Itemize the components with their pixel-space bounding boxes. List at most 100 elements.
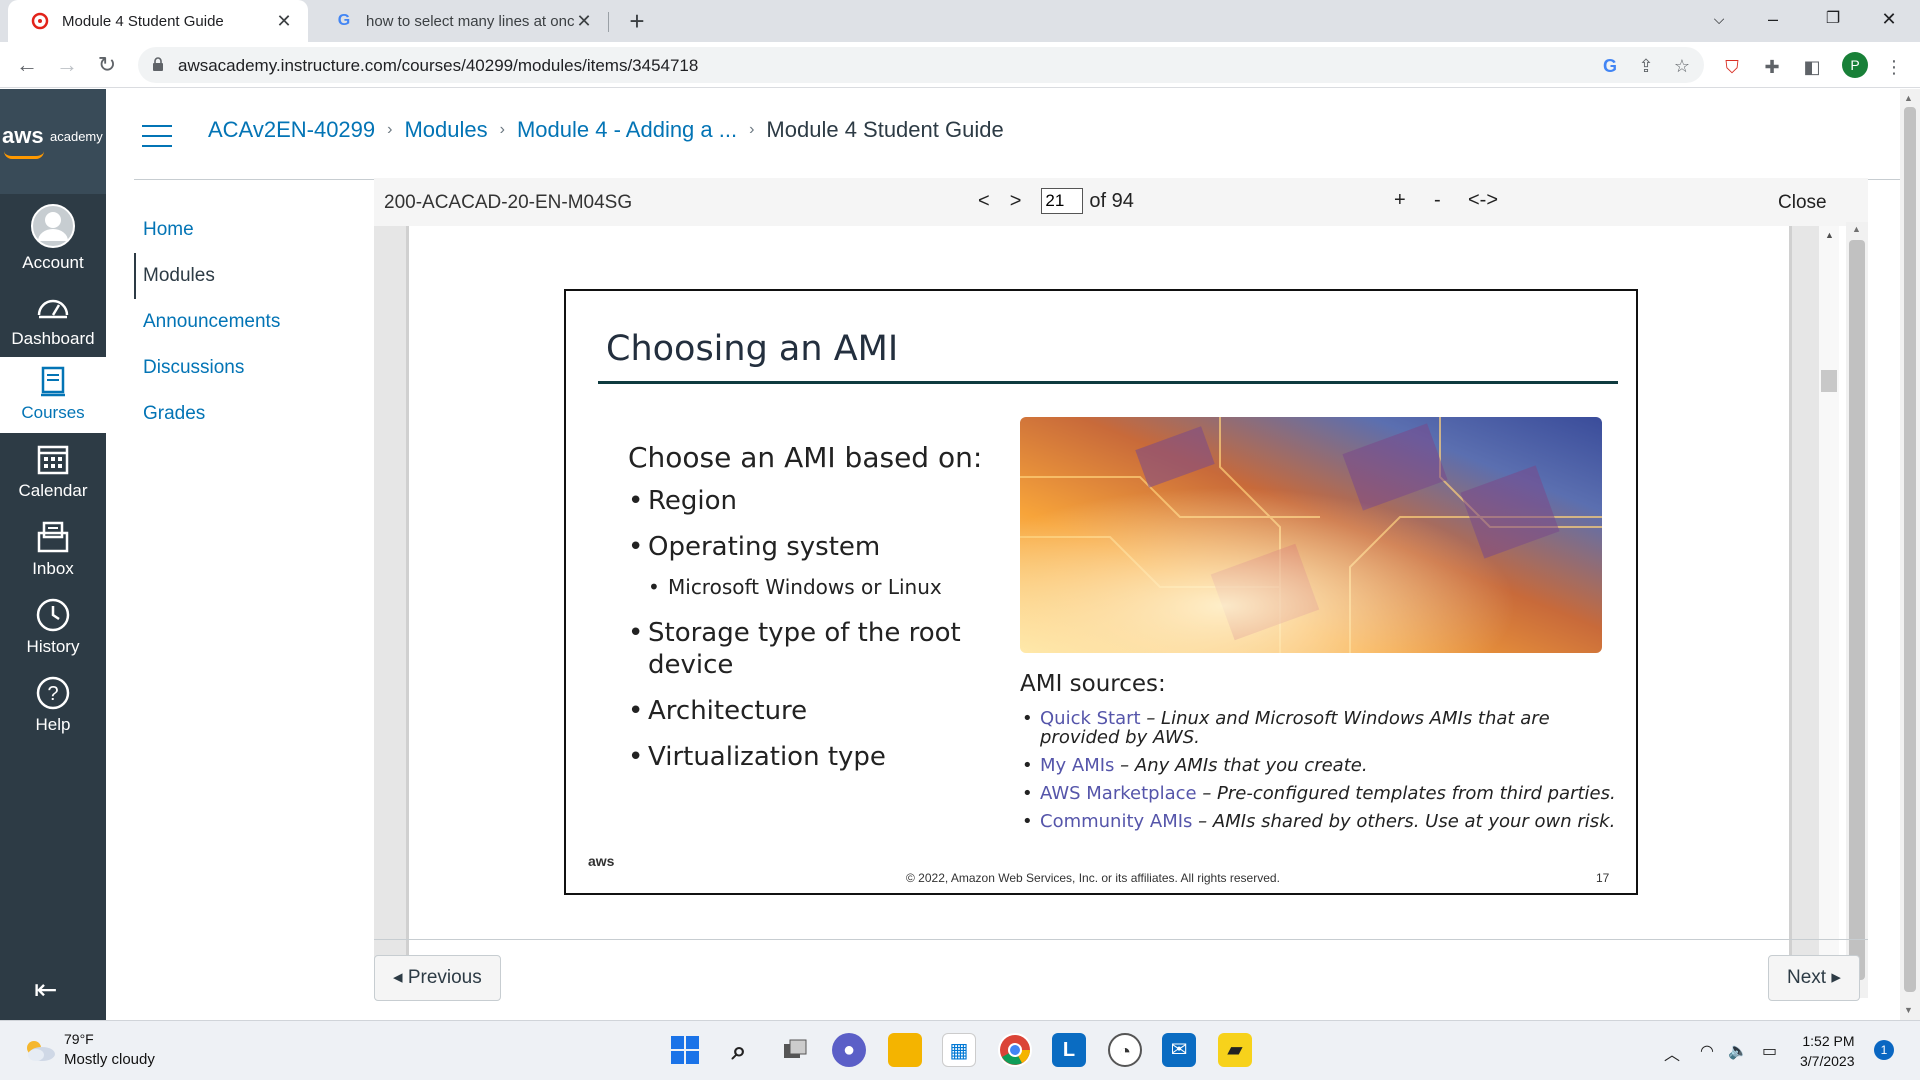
logo-academy-text: academy [50,129,103,144]
course-nav-modules[interactable]: Modules [134,253,280,299]
forward-button[interactable]: → [52,50,82,80]
new-tab-button[interactable]: + [622,6,652,36]
viewer-scroll-thumb[interactable] [1849,240,1865,980]
volume-icon[interactable]: 🔈 [1728,1041,1748,1061]
battery-icon[interactable]: ▭ [1762,1041,1777,1061]
extension-shield-icon[interactable]: ⛉ [1720,55,1744,79]
global-nav-dashboard[interactable]: Dashboard [0,283,106,359]
wifi-icon[interactable]: ◠ [1700,1041,1714,1061]
chrome-icon[interactable] [998,1033,1032,1067]
global-nav-account[interactable]: Account [0,203,106,279]
next-page-button[interactable]: > [1010,190,1022,213]
prev-page-button[interactable]: < [978,190,990,213]
breadcrumb-separator-icon: › [749,121,755,138]
back-button[interactable]: ← [12,50,42,80]
mail-icon[interactable]: ✉ [1162,1033,1196,1067]
reload-button[interactable]: ↻ [92,50,122,80]
scroll-up-icon[interactable]: ▲ [1852,224,1861,234]
close-tab-icon[interactable]: ✕ [274,11,294,32]
google-translate-icon[interactable]: G [1598,54,1622,78]
breadcrumb-modules[interactable]: Modules [404,117,487,143]
restore-button[interactable]: ❐ [1810,0,1856,38]
start-windows-icon[interactable] [668,1033,702,1067]
course-nav-grades[interactable]: Grades [134,391,280,437]
document-scroll-thumb[interactable] [1821,370,1837,392]
zoom-out-button[interactable]: - [1434,189,1441,212]
criteria-subitem: Microsoft Windows or Linux [628,571,1008,603]
profile-avatar[interactable]: P [1842,52,1868,78]
source-desc: – Pre-configured templates from third pa… [1202,783,1616,804]
close-viewer-button[interactable]: Close [1778,192,1827,214]
page-scrollbar[interactable]: ▲ ▼ [1900,89,1920,1020]
scroll-down-icon[interactable]: ▼ [1904,1005,1913,1015]
tab-divider [608,12,609,32]
file-explorer-icon[interactable] [888,1033,922,1067]
courses-icon [41,366,65,397]
aws-academy-logo[interactable]: aws academy [0,89,106,194]
chrome-menu-icon[interactable]: ⋮ [1882,55,1906,79]
weather-temp: 79°F [64,1031,94,1047]
fit-width-button[interactable]: <-> [1468,189,1498,212]
svg-text:?: ? [47,683,58,705]
breadcrumb-module[interactable]: Module 4 - Adding a ... [517,117,737,143]
tab-title: how to select many lines at once [366,12,574,30]
global-nav-label: Calendar [18,481,88,500]
show-hidden-icons-icon[interactable]: ︿ [1664,1041,1680,1065]
criteria-item: Virtualization type [628,741,1008,773]
tab-module-guide[interactable]: Module 4 Student Guide ✕ [8,0,308,42]
source-key: Community AMIs [1040,811,1193,832]
zoom-in-button[interactable]: + [1394,189,1406,212]
close-window-button[interactable]: ✕ [1866,0,1912,38]
collapse-nav-icon[interactable]: ⇤ [34,973,57,1006]
global-nav-help[interactable]: ? Help [0,669,106,745]
tab-search-icon[interactable]: ⌵ [1696,0,1742,38]
page-navigation: < > of 94 [978,188,1134,214]
extensions-puzzle-icon[interactable]: ✚ [1760,55,1784,79]
task-view-icon[interactable] [778,1033,812,1067]
criteria-list: Region Operating system Microsoft Window… [628,485,1008,787]
bookmark-star-icon[interactable]: ☆ [1670,54,1694,78]
store-icon[interactable]: ▦ [942,1033,976,1067]
clock-date: 3/7/2023 [1800,1053,1855,1069]
system-clock[interactable]: 1:52 PM 3/7/2023 [1800,1031,1855,1071]
clock-app-icon[interactable]: ◔ [1108,1033,1142,1067]
course-menu-toggle-icon[interactable] [142,125,172,147]
search-icon[interactable]: ⌕ [722,1033,756,1067]
google-favicon-icon: G [337,12,351,29]
course-nav-announcements[interactable]: Announcements [134,299,280,345]
source-item: Community AMIs – AMIs shared by others. … [1020,812,1620,831]
breadcrumb-course[interactable]: ACAv2EN-40299 [208,117,375,143]
global-nav-history[interactable]: History [0,591,106,667]
l-app-icon[interactable]: L [1052,1033,1086,1067]
global-nav-calendar[interactable]: Calendar [0,435,106,511]
logo-aws-text: aws [2,123,44,148]
stage-left-margin [374,226,409,998]
global-nav-label: Help [35,715,71,734]
notification-badge[interactable]: 1 [1874,1040,1894,1060]
sticky-notes-icon[interactable]: ▰ [1218,1033,1252,1067]
page-number-input[interactable] [1041,188,1084,214]
course-nav-home[interactable]: Home [134,207,280,253]
account-icon [31,204,75,248]
tab-google-search[interactable]: G how to select many lines at once ✕ [312,0,608,42]
global-nav-label: History [26,637,80,656]
weather-condition: Mostly cloudy [64,1051,155,1068]
chat-icon[interactable]: ● [832,1033,866,1067]
course-nav-discussions[interactable]: Discussions [134,345,280,391]
minimize-button[interactable]: – [1750,0,1796,38]
side-panel-icon[interactable]: ◧ [1800,55,1824,79]
address-bar[interactable]: awsacademy.instructure.com/courses/40299… [138,47,1704,83]
previous-button[interactable]: ◂ Previous [374,955,501,1001]
sources-list: Quick Start – Linux and Microsoft Window… [1020,709,1620,840]
close-tab-icon[interactable]: ✕ [574,11,594,32]
scroll-up-icon[interactable]: ▲ [1825,230,1834,240]
page-scroll-thumb[interactable] [1904,107,1916,992]
next-button[interactable]: Next ▸ [1768,955,1860,1001]
viewer-scrollbar[interactable]: ▲ ▼ [1846,222,1868,998]
global-nav-courses[interactable]: Courses [0,357,106,433]
dashboard-icon [37,299,69,319]
share-icon[interactable]: ⇪ [1634,54,1658,78]
global-nav-inbox[interactable]: Inbox [0,513,106,589]
document-scrollbar[interactable]: ▲ ▼ [1819,226,1839,998]
scroll-up-icon[interactable]: ▲ [1904,93,1913,103]
